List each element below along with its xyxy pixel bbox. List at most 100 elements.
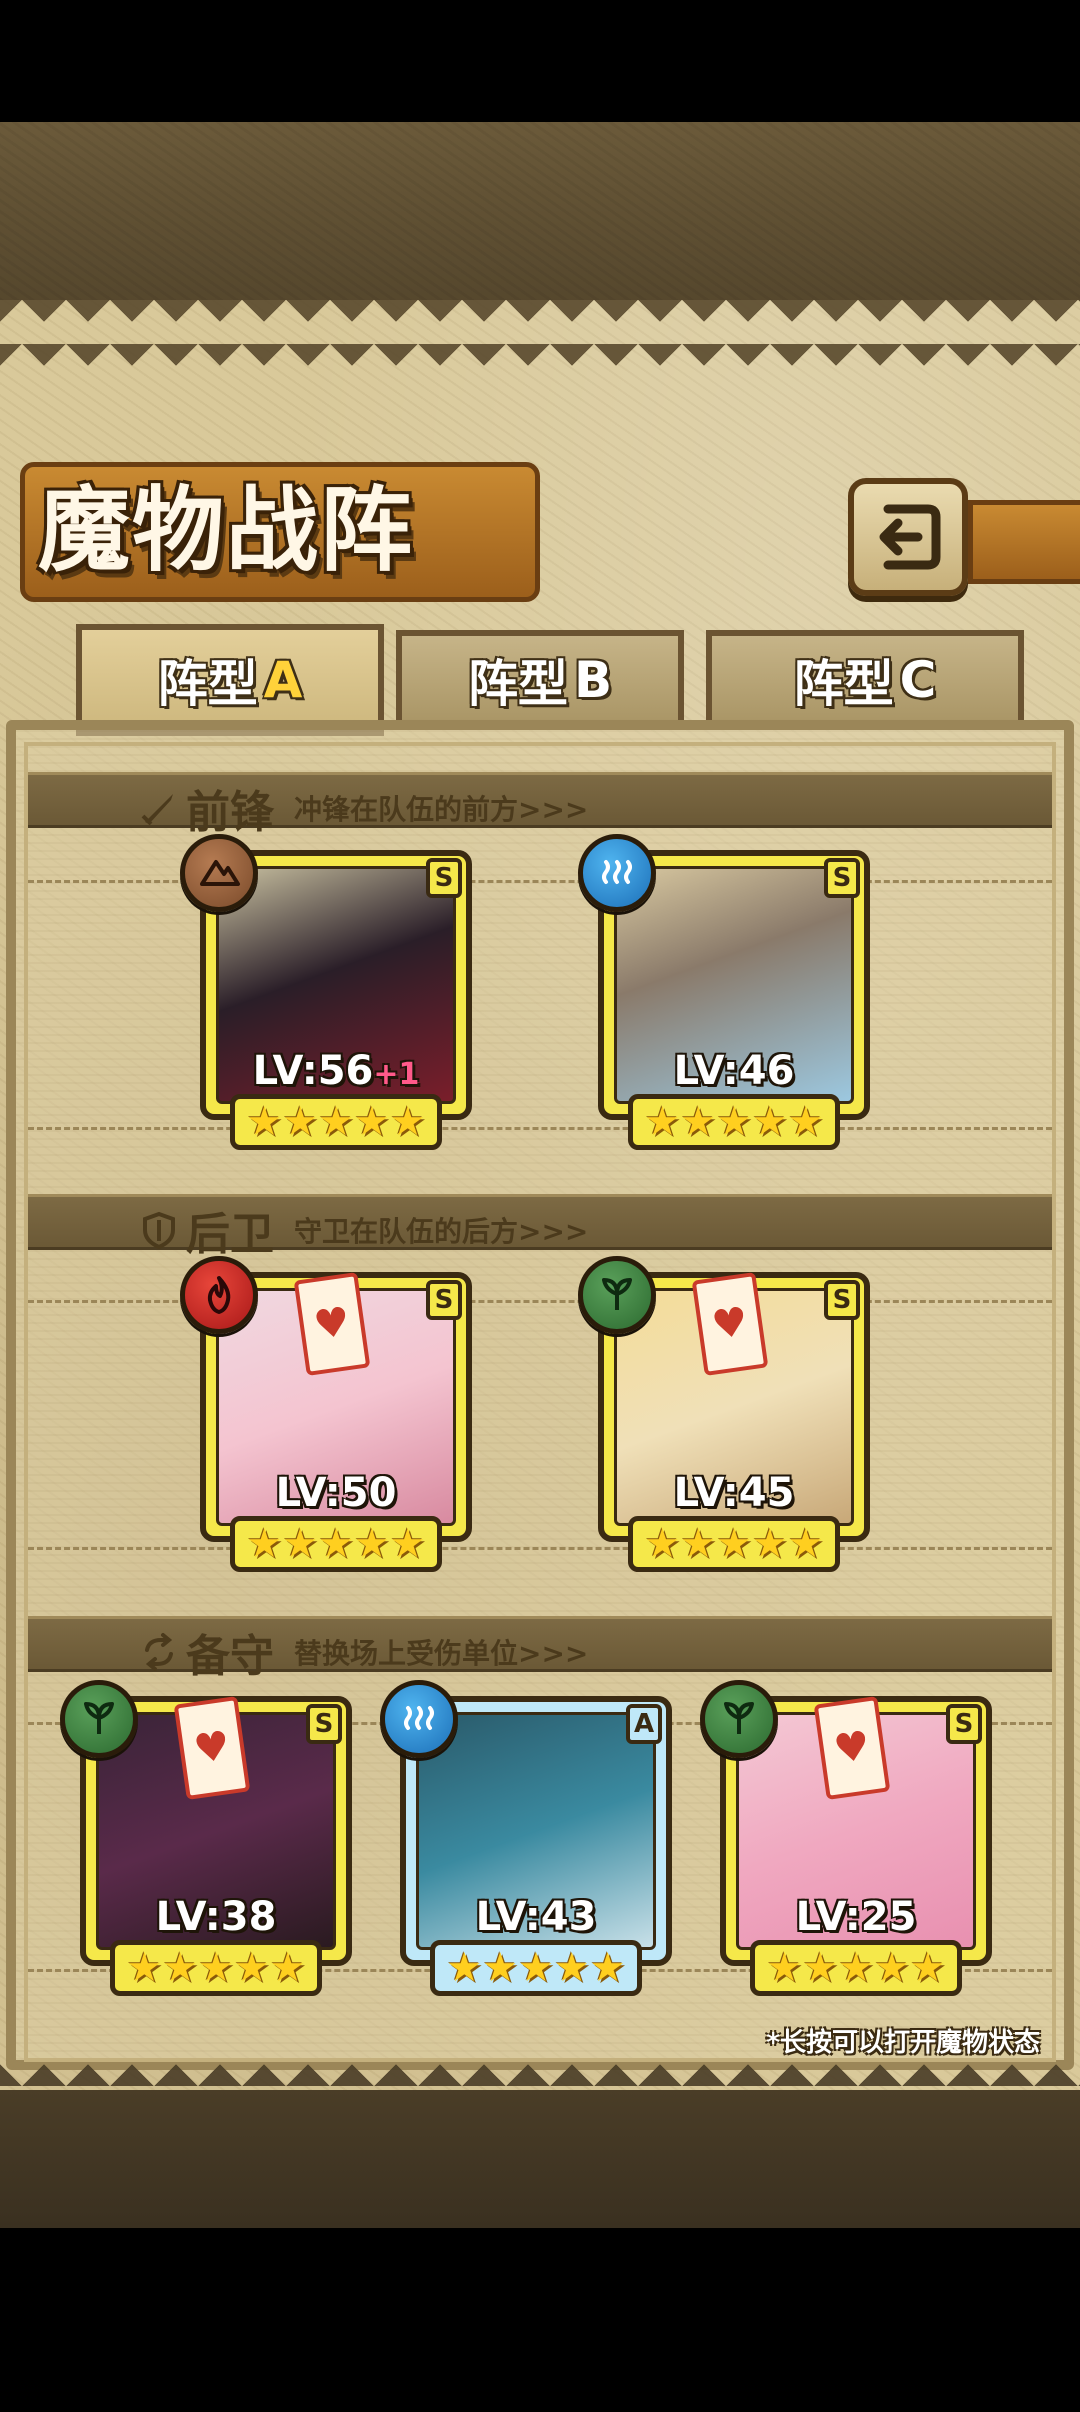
seal-tag-icon: ♥ bbox=[173, 1696, 251, 1800]
level-text: LV:38 bbox=[155, 1894, 277, 1940]
star-icon: ★ bbox=[389, 1521, 426, 1567]
star-icon: ★ bbox=[318, 1521, 354, 1567]
star-icon: ★ bbox=[644, 1099, 681, 1145]
map-background-bottom bbox=[0, 2090, 1080, 2228]
star-icon: ★ bbox=[246, 1099, 283, 1145]
back-button[interactable] bbox=[848, 478, 968, 596]
section-desc: 冲锋在队伍的前方>>> bbox=[294, 793, 589, 826]
rank-badge: S bbox=[306, 1704, 342, 1744]
element-nature-icon bbox=[578, 1256, 656, 1334]
tab-letter: B bbox=[573, 651, 613, 709]
level-text: LV:43 bbox=[475, 1894, 597, 1940]
unit-card[interactable]: ♥ S LV:25 ★ ★ ★ ★ ★ bbox=[700, 1680, 992, 1996]
back-button-plate bbox=[968, 500, 1080, 584]
unit-card[interactable]: ♥ S LV:50 ★ ★ ★ ★ ★ bbox=[180, 1256, 472, 1572]
star-icon: ★ bbox=[680, 1521, 717, 1567]
star-icon: ★ bbox=[233, 1945, 270, 1991]
section-header-vanguard: 前锋 冲锋在队伍的前方>>> bbox=[138, 776, 588, 840]
section-name: 备守 bbox=[186, 1631, 274, 1682]
unit-card[interactable]: A LV:43 ★ ★ ★ ★ ★ bbox=[380, 1680, 672, 1996]
long-press-hint: *长按可以打开魔物状态 bbox=[766, 2028, 1040, 2058]
rank-badge: S bbox=[426, 1280, 462, 1320]
star-icon: ★ bbox=[482, 1945, 519, 1991]
unit-level: LV:45 bbox=[598, 1470, 870, 1516]
section-header-reserve: 备守 替换场上受伤单位>>> bbox=[138, 1620, 588, 1684]
star-icon: ★ bbox=[518, 1945, 554, 1991]
star-icon: ★ bbox=[446, 1945, 483, 1991]
section-header-rearguard: 后卫 守卫在队伍的后方>>> bbox=[138, 1198, 588, 1262]
star-icon: ★ bbox=[553, 1945, 590, 1991]
map-background-top bbox=[0, 122, 1080, 312]
torn-edge-top bbox=[0, 300, 1080, 370]
star-icon: ★ bbox=[751, 1099, 788, 1145]
star-icon: ★ bbox=[198, 1945, 234, 1991]
star-icon: ★ bbox=[909, 1945, 946, 1991]
tab-formation-c[interactable]: 阵型 C bbox=[706, 630, 1024, 730]
swap-icon bbox=[138, 1631, 180, 1673]
level-text: LV:50 bbox=[275, 1470, 397, 1516]
unit-card[interactable]: ♥ S LV:38 ★ ★ ★ ★ ★ bbox=[60, 1680, 352, 1996]
star-icon: ★ bbox=[126, 1945, 163, 1991]
section-name: 前锋 bbox=[186, 787, 274, 838]
status-bar-area bbox=[0, 0, 1080, 122]
level-text: LV:45 bbox=[673, 1470, 795, 1516]
unit-level: LV:43 bbox=[400, 1894, 672, 1940]
tab-label: 阵型 bbox=[793, 655, 894, 713]
star-icon: ★ bbox=[873, 1945, 910, 1991]
seal-tag-icon: ♥ bbox=[691, 1272, 769, 1376]
level-bonus: +1 bbox=[373, 1057, 420, 1092]
navigation-bar-area bbox=[0, 2228, 1080, 2412]
element-water-icon bbox=[380, 1680, 458, 1758]
level-text: LV:46 bbox=[673, 1048, 795, 1094]
element-earth-icon bbox=[180, 834, 258, 912]
rank-badge: A bbox=[626, 1704, 662, 1744]
star-icon: ★ bbox=[269, 1945, 306, 1991]
star-icon: ★ bbox=[282, 1521, 319, 1567]
unit-card[interactable]: ♥ S LV:45 ★ ★ ★ ★ ★ bbox=[578, 1256, 870, 1572]
star-icon: ★ bbox=[838, 1945, 874, 1991]
back-arrow-icon bbox=[879, 504, 941, 570]
star-icon: ★ bbox=[680, 1099, 717, 1145]
element-nature-icon bbox=[60, 1680, 138, 1758]
section-name: 后卫 bbox=[186, 1209, 274, 1260]
star-rating: ★ ★ ★ ★ ★ bbox=[628, 1516, 840, 1572]
star-rating: ★ ★ ★ ★ ★ bbox=[628, 1094, 840, 1150]
element-fire-icon bbox=[180, 1256, 258, 1334]
star-icon: ★ bbox=[389, 1099, 426, 1145]
star-icon: ★ bbox=[353, 1099, 390, 1145]
rank-badge: S bbox=[824, 858, 860, 898]
star-icon: ★ bbox=[162, 1945, 199, 1991]
star-icon: ★ bbox=[589, 1945, 626, 1991]
unit-level: LV:25 bbox=[720, 1894, 992, 1940]
rank-badge: S bbox=[426, 858, 462, 898]
tab-letter: A bbox=[263, 651, 303, 709]
star-icon: ★ bbox=[353, 1521, 390, 1567]
unit-card[interactable]: S LV:56+1 ★ ★ ★ ★ ★ bbox=[180, 834, 472, 1150]
star-icon: ★ bbox=[716, 1099, 752, 1145]
formation-tabs: 阵型 A 阵型 B 阵型 C bbox=[20, 624, 1060, 736]
unit-level: LV:46 bbox=[598, 1048, 870, 1094]
seal-tag-icon: ♥ bbox=[293, 1272, 371, 1376]
star-icon: ★ bbox=[318, 1099, 354, 1145]
rank-badge: S bbox=[824, 1280, 860, 1320]
star-icon: ★ bbox=[716, 1521, 752, 1567]
star-icon: ★ bbox=[282, 1099, 319, 1145]
seal-tag-icon: ♥ bbox=[813, 1696, 891, 1800]
tab-formation-b[interactable]: 阵型 B bbox=[396, 630, 684, 730]
unit-level: LV:56+1 bbox=[200, 1048, 472, 1094]
unit-card[interactable]: S LV:46 ★ ★ ★ ★ ★ bbox=[578, 834, 870, 1150]
tab-label: 阵型 bbox=[467, 655, 568, 713]
unit-level: LV:50 bbox=[200, 1470, 472, 1516]
level-text: LV:56 bbox=[252, 1048, 374, 1094]
star-icon: ★ bbox=[644, 1521, 681, 1567]
element-water-icon bbox=[578, 834, 656, 912]
tab-letter: C bbox=[899, 651, 937, 709]
shield-icon bbox=[138, 1209, 180, 1251]
rank-badge: S bbox=[946, 1704, 982, 1744]
page-title: 魔物战阵 bbox=[38, 476, 415, 584]
star-icon: ★ bbox=[751, 1521, 788, 1567]
star-rating: ★ ★ ★ ★ ★ bbox=[430, 1940, 642, 1996]
level-text: LV:25 bbox=[795, 1894, 917, 1940]
section-desc: 替换场上受伤单位>>> bbox=[294, 1637, 589, 1670]
star-icon: ★ bbox=[802, 1945, 839, 1991]
